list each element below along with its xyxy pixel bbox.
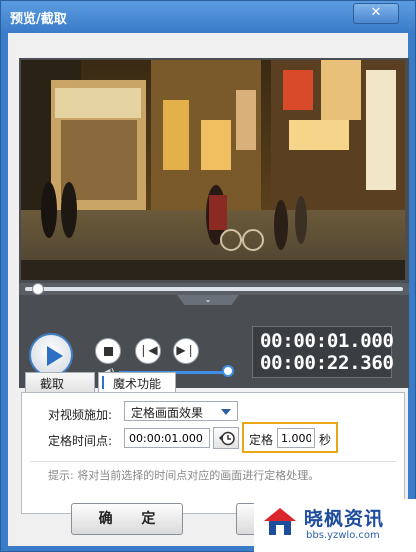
apply-effect-label: 对视频施加: bbox=[48, 408, 113, 422]
current-time: 00:00:01.000 bbox=[260, 330, 394, 352]
next-frame-button[interactable]: ▶❘ bbox=[173, 338, 199, 364]
progress-track[interactable] bbox=[25, 287, 403, 291]
play-icon bbox=[47, 346, 63, 366]
previous-frame-button[interactable]: ❘◀ bbox=[135, 338, 161, 364]
window-title: 预览/截取 bbox=[10, 12, 67, 27]
watermark-title: 晓枫资讯 bbox=[304, 508, 385, 530]
watermark-url: bbs.yzwlo.com bbox=[306, 530, 380, 541]
close-button[interactable]: ✕ bbox=[353, 3, 399, 24]
collapse-toggle[interactable]: ⌄ bbox=[177, 295, 239, 305]
dialog-client-area: ⌄ ❘◀ ▶❘ ◀) 00:00:01.000 00:00:22.360 bbox=[8, 33, 409, 546]
chevron-down-icon: ⌄ bbox=[204, 295, 212, 304]
next-icon: ▶❘ bbox=[176, 343, 196, 357]
watermark: 晓枫资讯 bbs.yzwlo.com bbox=[254, 499, 416, 552]
stop-icon bbox=[104, 347, 113, 356]
tab-cut[interactable]: 截取 bbox=[25, 372, 95, 393]
total-time: 00:00:22.360 bbox=[260, 352, 394, 374]
previous-icon: ❘◀ bbox=[138, 343, 158, 357]
magic-panel: 对视频施加: 定格画面效果 定格时间点: 定格 秒 提示: 将对当前选择 bbox=[21, 392, 405, 514]
title-bar[interactable]: 预览/截取 ✕ bbox=[1, 1, 415, 33]
freeze-time-input[interactable] bbox=[124, 428, 210, 448]
progress-handle[interactable] bbox=[32, 283, 44, 295]
effect-select-value: 定格画面效果 bbox=[131, 406, 204, 420]
progress-bar[interactable] bbox=[19, 283, 409, 295]
video-player: ⌄ ❘◀ ▶❘ ◀) 00:00:01.000 00:00:22.360 bbox=[19, 58, 409, 388]
chevron-down-icon bbox=[221, 409, 231, 415]
play-button[interactable] bbox=[29, 333, 73, 377]
tab-magic[interactable]: 魔术功能 bbox=[98, 372, 176, 393]
stop-button[interactable] bbox=[95, 338, 121, 364]
clock-reset-icon bbox=[219, 431, 235, 446]
freeze-duration-group: 定格 秒 bbox=[242, 422, 338, 453]
use-current-time-button[interactable] bbox=[213, 427, 239, 449]
tab-magic-label: 魔术功能 bbox=[113, 377, 162, 391]
time-display: 00:00:01.000 00:00:22.360 bbox=[252, 326, 394, 378]
active-tab-marker bbox=[102, 376, 104, 389]
freeze-duration-label: 定格 bbox=[249, 433, 274, 447]
freeze-duration-input[interactable] bbox=[277, 428, 315, 448]
tab-strip: 截取 魔术功能 bbox=[25, 372, 405, 393]
video-preview[interactable] bbox=[21, 60, 405, 280]
divider bbox=[30, 461, 396, 462]
house-logo-icon bbox=[264, 508, 296, 535]
ok-button[interactable]: 确 定 bbox=[71, 503, 183, 535]
hint-text: 提示: 将对当前选择的时间点对应的画面进行定格处理。 bbox=[48, 469, 320, 482]
tab-cut-label: 截取 bbox=[40, 377, 65, 391]
effect-select[interactable]: 定格画面效果 bbox=[124, 401, 238, 421]
dialog-window: 预览/截取 ✕ ⌄ ❘◀ ▶❘ 00:00:01.000 00:00:22.36… bbox=[0, 0, 416, 552]
freeze-time-label: 定格时间点: bbox=[48, 434, 113, 448]
video-frame-image bbox=[21, 60, 405, 280]
freeze-duration-unit: 秒 bbox=[319, 433, 332, 447]
